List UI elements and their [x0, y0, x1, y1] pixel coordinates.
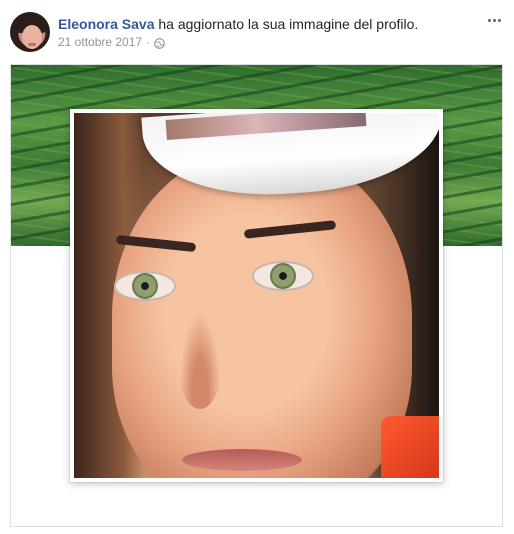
feed-post: Eleonora Sava ha aggiornato la sua immag…: [0, 0, 514, 534]
author-avatar[interactable]: [10, 12, 50, 52]
right-eye: [252, 261, 314, 291]
author-name-link[interactable]: Eleonora Sava: [58, 16, 155, 32]
profile-photo[interactable]: [74, 113, 439, 478]
mouth: [182, 449, 302, 471]
post-media[interactable]: [10, 64, 503, 527]
globe-icon[interactable]: [154, 37, 165, 49]
more-dot-1: [487, 18, 491, 22]
avatar-lips: [28, 43, 36, 46]
meta-separator: ·: [146, 35, 151, 49]
post-date-link[interactable]: 21 ottobre 2017: [58, 34, 142, 50]
photo-face: [112, 151, 412, 478]
left-eye: [114, 271, 176, 301]
post-header: Eleonora Sava ha aggiornato la sua immag…: [10, 12, 504, 54]
more-dot-3: [497, 18, 501, 22]
more-dot-2: [492, 18, 496, 22]
more-options-button[interactable]: [484, 12, 504, 28]
left-iris: [132, 273, 158, 299]
orange-jacket: [381, 416, 439, 478]
post-meta: 21 ottobre 2017 ·: [58, 34, 165, 50]
nose-shadow: [176, 299, 224, 409]
post-headline: Eleonora Sava ha aggiornato la sua immag…: [58, 15, 418, 33]
post-action-text: ha aggiornato la sua immagine del profil…: [154, 16, 419, 32]
right-iris: [270, 263, 296, 289]
profile-photo-frame[interactable]: [70, 109, 443, 482]
